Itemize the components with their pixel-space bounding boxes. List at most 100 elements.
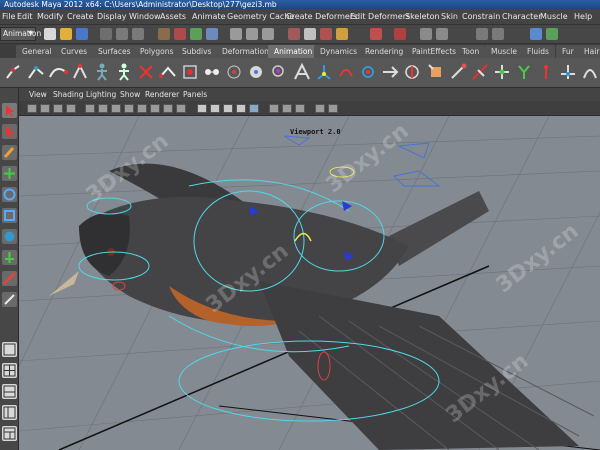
new-scene-icon[interactable] [44, 28, 56, 40]
select-hierarchy-icon[interactable] [100, 28, 112, 40]
layer-editor-icon[interactable] [530, 28, 542, 40]
select-object-icon[interactable] [116, 28, 128, 40]
persp-outliner-layout-icon[interactable] [2, 405, 17, 420]
point-on-curve-icon[interactable] [268, 62, 288, 82]
xray-joints-icon[interactable] [282, 104, 292, 113]
paint-select-icon[interactable] [2, 145, 17, 160]
wireframe-on-shaded-icon[interactable] [210, 104, 220, 113]
mask-handles-icon[interactable] [158, 28, 170, 40]
menu-muscle[interactable]: Muscle [540, 12, 568, 21]
parent-constraint-icon[interactable] [448, 62, 468, 82]
bookmarks-icon[interactable] [53, 104, 63, 113]
snap-magnet-icon[interactable] [370, 28, 382, 40]
image-plane-icon[interactable] [66, 104, 76, 113]
select-component-icon[interactable] [132, 28, 144, 40]
menu-create[interactable]: Create [67, 12, 94, 21]
single-perspective-layout-icon[interactable] [2, 342, 17, 357]
shelf-tab-toon[interactable]: Toon [456, 45, 486, 58]
outliner-icon[interactable] [546, 28, 558, 40]
tool-settings-icon[interactable] [476, 28, 488, 40]
pole-vector-icon[interactable] [514, 62, 534, 82]
shelf-tab-general[interactable]: General [16, 45, 58, 58]
save-scene-icon[interactable] [76, 28, 88, 40]
shelf-tab-surfaces[interactable]: Surfaces [92, 45, 137, 58]
tangent-constraint-icon[interactable] [536, 62, 556, 82]
sidebar-toggle-icon[interactable] [420, 28, 432, 40]
soft-modification-icon[interactable] [336, 62, 356, 82]
human-ik-icon[interactable] [114, 62, 134, 82]
menu-set-selector[interactable]: Animation ▼ [0, 27, 41, 41]
use-lights-icon[interactable] [236, 104, 246, 113]
menu-animate[interactable]: Animate [192, 12, 226, 21]
menu-help[interactable]: Help [574, 12, 592, 21]
motion-path-icon[interactable] [580, 62, 600, 82]
menu-modify[interactable]: Modify [37, 12, 64, 21]
mask-surfaces-icon[interactable] [206, 28, 218, 40]
select-tool-icon[interactable] [2, 103, 17, 118]
point-constraint-icon[interactable] [358, 62, 378, 82]
menu-window[interactable]: Window [129, 12, 161, 21]
render-frame-icon[interactable] [304, 28, 316, 40]
move-tool-icon[interactable] [2, 166, 17, 181]
shelf-tab-dynamics[interactable]: Dynamics [314, 45, 363, 58]
four-view-layout-icon[interactable] [2, 363, 17, 378]
menu-character[interactable]: Character [502, 12, 542, 21]
snap-curve-icon[interactable] [246, 28, 258, 40]
blend-shape-icon[interactable] [202, 62, 222, 82]
snap-grid-icon[interactable] [230, 28, 242, 40]
cluster-icon[interactable] [136, 62, 156, 82]
show-manipulator-icon[interactable] [2, 271, 17, 286]
joint-orient-icon[interactable] [314, 62, 334, 82]
grid-toggle-icon[interactable] [85, 104, 95, 113]
camera-select-icon[interactable] [27, 104, 37, 113]
shelf-tab-curves[interactable]: Curves [55, 45, 94, 58]
panel-menu-renderer[interactable]: Renderer [145, 90, 179, 99]
panel-menu-panels[interactable]: Panels [183, 90, 207, 99]
character-figure-icon[interactable] [92, 62, 112, 82]
jiggle-icon[interactable] [224, 62, 244, 82]
shelf-tab-rendering[interactable]: Rendering [359, 45, 410, 58]
shelf-tab-animation[interactable]: Animation [268, 45, 319, 58]
open-scene-icon[interactable] [60, 28, 72, 40]
menu-file[interactable]: File [2, 12, 15, 21]
ik-handle-icon[interactable] [26, 62, 46, 82]
menu-skin[interactable]: Skin [441, 12, 458, 21]
menu-geometry-cache[interactable]: Geometry Cache [227, 12, 294, 21]
ik-spline-icon[interactable] [48, 62, 68, 82]
manipulator-icon[interactable] [2, 250, 17, 265]
camera-attributes-icon[interactable] [40, 104, 50, 113]
mask-curves-icon[interactable] [190, 28, 202, 40]
menu-assets[interactable]: Assets [160, 12, 186, 21]
normal-constraint-icon[interactable] [492, 62, 512, 82]
sculpt-deformer-icon[interactable] [292, 62, 312, 82]
scale-constraint-icon[interactable] [426, 62, 446, 82]
orient-constraint-icon[interactable] [402, 62, 422, 82]
hypershade-layout-icon[interactable] [2, 426, 17, 441]
geometry-constraint-icon[interactable] [470, 62, 490, 82]
ipr-render-icon[interactable] [320, 28, 332, 40]
aim-constraint-icon[interactable] [380, 62, 400, 82]
locator-icon[interactable] [558, 62, 578, 82]
attribute-editor-icon[interactable] [436, 28, 448, 40]
shelf-tab-deformation[interactable]: Deformation [216, 45, 275, 58]
scale-tool-icon[interactable] [2, 208, 17, 223]
isolate-select-icon[interactable] [295, 104, 305, 113]
bind-skin-icon[interactable] [70, 62, 90, 82]
shelf-tab-hair[interactable]: Hair [578, 45, 600, 58]
wire-deformer-icon[interactable] [246, 62, 266, 82]
perspective-viewport[interactable]: Viewport 2.0 3Dxy.cn 3Dxy.cn 3Dxy.cn 3Dx… [19, 116, 600, 450]
lasso-tool-icon[interactable] [2, 124, 17, 139]
persp-graph-layout-icon[interactable] [2, 384, 17, 399]
last-tool-icon[interactable] [2, 292, 17, 307]
shelf-tab-muscle[interactable]: Muscle [485, 45, 523, 58]
field-chart-icon[interactable] [137, 104, 147, 113]
high-quality-icon[interactable] [315, 104, 325, 113]
panel-menu-lighting[interactable]: Lighting [86, 90, 116, 99]
resolution-gate-icon[interactable] [111, 104, 121, 113]
mask-joints-icon[interactable] [174, 28, 186, 40]
menu-display[interactable]: Display [97, 12, 127, 21]
lattice-icon[interactable] [158, 62, 178, 82]
skeleton-tool-icon[interactable] [4, 62, 24, 82]
render-settings-icon[interactable] [336, 28, 348, 40]
wireframe-icon[interactable] [176, 104, 186, 113]
